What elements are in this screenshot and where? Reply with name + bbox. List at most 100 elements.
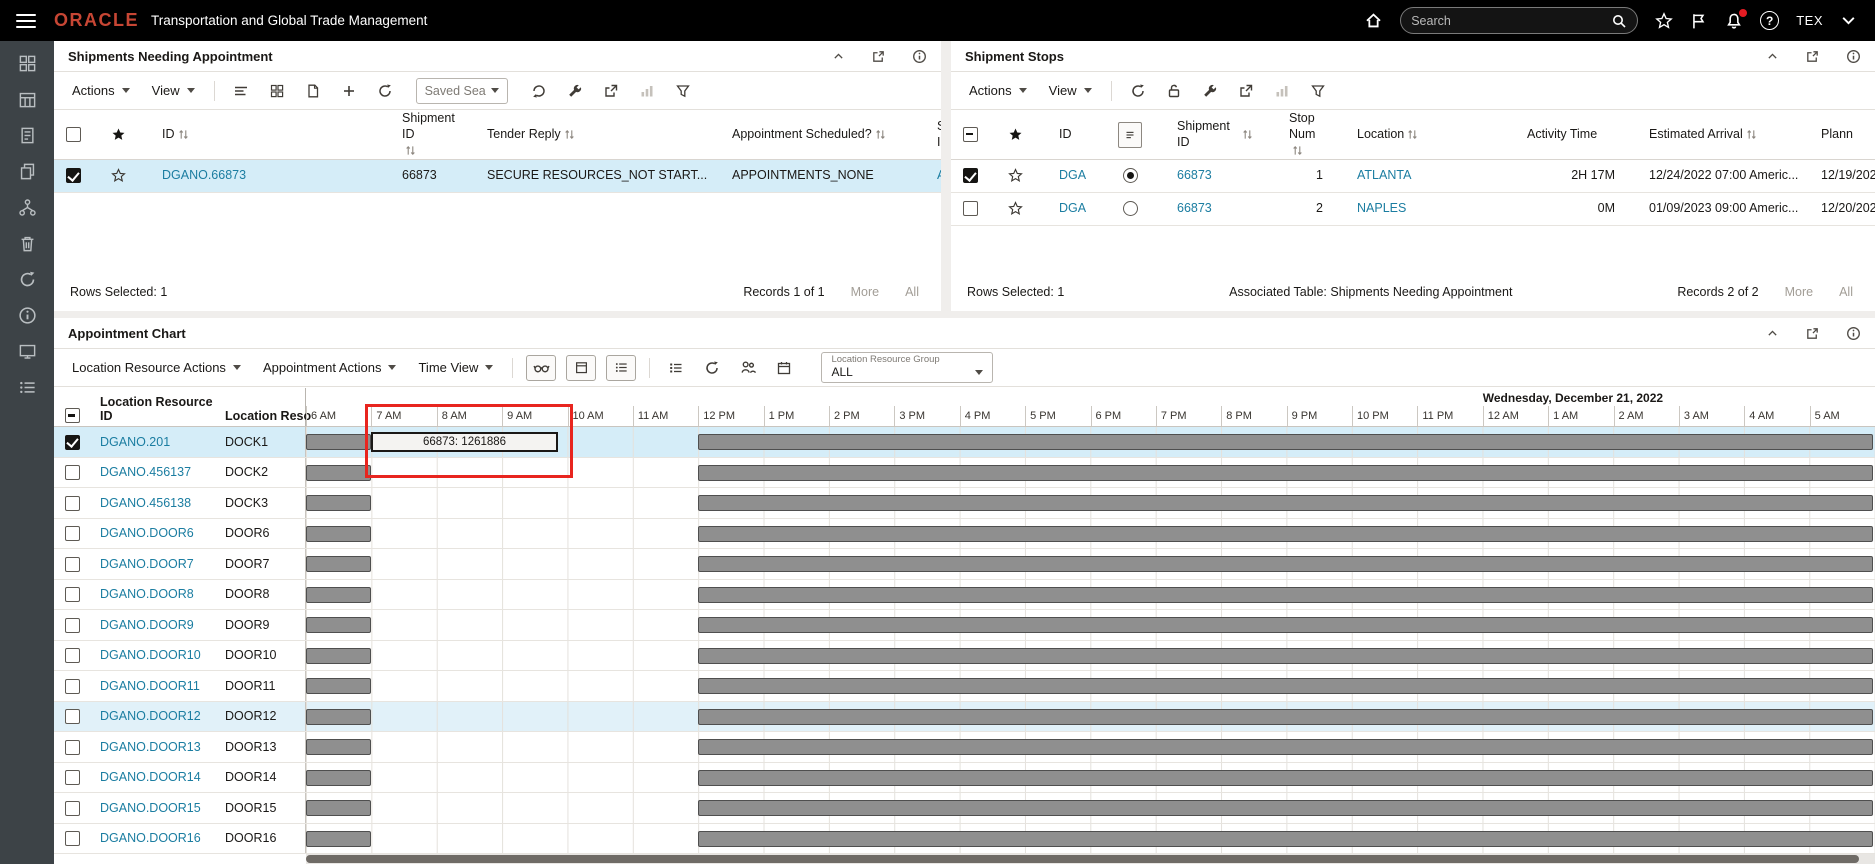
- stop-table-row[interactable]: DGA 66873 1 ATLANTA 2H 17M 12/24/2022 07…: [951, 160, 1875, 193]
- stop-shipment-link[interactable]: 66873: [1177, 168, 1212, 182]
- report-list-icon[interactable]: [18, 378, 37, 397]
- gantt-timeline[interactable]: [306, 763, 1875, 793]
- global-search[interactable]: [1400, 7, 1638, 34]
- availability-bar[interactable]: [698, 587, 1873, 603]
- hamburger-menu-icon[interactable]: [16, 10, 36, 32]
- gantt-timeline[interactable]: [306, 458, 1875, 488]
- row-checkbox[interactable]: [65, 435, 80, 450]
- column-header-location-resource-name[interactable]: Location Reso: [215, 388, 306, 426]
- availability-bar[interactable]: [698, 800, 1873, 816]
- availability-bar[interactable]: [698, 617, 1873, 633]
- gantt-timeline[interactable]: [306, 519, 1875, 549]
- location-resource-id-link[interactable]: DGANO.456138: [100, 496, 191, 510]
- row-radio[interactable]: [1123, 201, 1138, 216]
- actions-menu[interactable]: Actions: [959, 78, 1037, 103]
- availability-bar[interactable]: [306, 617, 371, 633]
- gantt-row[interactable]: DGANO.DOOR10 DOOR10: [54, 641, 1875, 672]
- glasses-icon-button[interactable]: [526, 355, 556, 381]
- availability-bar[interactable]: [306, 465, 371, 481]
- calendar-grid-icon[interactable]: [18, 90, 37, 109]
- row-star-icon[interactable]: [1008, 168, 1023, 183]
- search-icon[interactable]: [1611, 13, 1627, 29]
- location-resource-id-link[interactable]: DGANO.DOOR7: [100, 557, 194, 571]
- chevron-down-icon[interactable]: [1840, 12, 1857, 29]
- column-header-id[interactable]: ID: [144, 127, 384, 143]
- availability-bar[interactable]: [306, 770, 371, 786]
- location-resource-id-link[interactable]: DGANO.DOOR8: [100, 587, 194, 601]
- new-document-icon[interactable]: [296, 78, 330, 104]
- column-header-id[interactable]: ID: [1041, 127, 1101, 143]
- row-checkbox[interactable]: [963, 168, 978, 183]
- gantt-timeline[interactable]: [306, 610, 1875, 640]
- gantt-row[interactable]: DGANO.DOOR8 DOOR8: [54, 580, 1875, 611]
- row-checkbox[interactable]: [65, 557, 80, 572]
- detail-list-icon[interactable]: [659, 355, 693, 381]
- availability-bar[interactable]: [306, 831, 371, 847]
- gantt-timeline[interactable]: [306, 732, 1875, 762]
- row-checkbox[interactable]: [65, 709, 80, 724]
- shipment-table-row[interactable]: DGANO.66873 66873 SECURE RESOURCES_NOT S…: [54, 160, 941, 193]
- view-menu[interactable]: View: [1039, 78, 1102, 103]
- column-header-stop-num[interactable]: Stop Num: [1271, 111, 1339, 158]
- wrench-icon[interactable]: [558, 78, 592, 104]
- column-header-appointment-scheduled[interactable]: Appointment Scheduled?: [714, 127, 919, 143]
- stop-shipment-link[interactable]: 66873: [1177, 201, 1212, 215]
- refresh-icon[interactable]: [695, 355, 729, 381]
- availability-bar[interactable]: [698, 831, 1873, 847]
- collapse-chevron-icon[interactable]: [832, 50, 845, 63]
- availability-bar[interactable]: [698, 526, 1873, 542]
- gantt-timeline[interactable]: [306, 549, 1875, 579]
- location-resource-id-link[interactable]: DGANO.DOOR16: [100, 831, 201, 845]
- column-header-activity-time[interactable]: Activity Time: [1509, 127, 1631, 143]
- scrollbar-thumb[interactable]: [306, 855, 1859, 863]
- copy-stack-icon[interactable]: [18, 162, 37, 181]
- search-input[interactable]: [1411, 14, 1611, 28]
- row-checkbox[interactable]: [65, 496, 80, 511]
- calendar-icon[interactable]: [767, 355, 801, 381]
- availability-bar[interactable]: [306, 739, 371, 755]
- help-icon[interactable]: ?: [1760, 11, 1779, 30]
- gantt-row[interactable]: DGANO.DOOR16 DOOR16: [54, 824, 1875, 855]
- column-header-source-location[interactable]: Sou ID: [919, 119, 941, 150]
- detach-grid-icon[interactable]: [260, 78, 294, 104]
- column-header-estimated-arrival[interactable]: Estimated Arrival: [1631, 127, 1803, 143]
- gantt-timeline[interactable]: [306, 793, 1875, 823]
- gantt-row[interactable]: DGANO.DOOR7 DOOR7: [54, 549, 1875, 580]
- row-checkbox[interactable]: [65, 831, 80, 846]
- gantt-row[interactable]: DGANO.DOOR13 DOOR13: [54, 732, 1875, 763]
- list-view-button[interactable]: [606, 355, 636, 381]
- filter-icon[interactable]: [1301, 78, 1335, 104]
- gantt-row[interactable]: DGANO.DOOR15 DOOR15: [54, 793, 1875, 824]
- location-resource-id-link[interactable]: DGANO.DOOR9: [100, 618, 194, 632]
- stop-location-link[interactable]: NAPLES: [1357, 201, 1406, 215]
- location-resource-id-link[interactable]: DGANO.201: [100, 435, 170, 449]
- column-header-location-resource-id[interactable]: Location Resource ID: [90, 388, 215, 426]
- workflow-icon[interactable]: [18, 198, 37, 217]
- info-circle-icon[interactable]: [18, 306, 37, 325]
- location-resource-id-link[interactable]: DGANO.DOOR15: [100, 801, 201, 815]
- sync-icon[interactable]: [18, 270, 37, 289]
- gantt-row[interactable]: DGANO.456138 DOCK3: [54, 488, 1875, 519]
- location-resource-id-link[interactable]: DGANO.DOOR10: [100, 648, 201, 662]
- format-columns-icon[interactable]: [224, 78, 258, 104]
- all-link[interactable]: All: [905, 285, 919, 299]
- home-icon[interactable]: [1364, 11, 1383, 30]
- gantt-row[interactable]: DGANO.DOOR6 DOOR6: [54, 519, 1875, 550]
- open-window-icon[interactable]: [1805, 49, 1820, 64]
- resources-people-icon[interactable]: [731, 355, 765, 381]
- gantt-timeline[interactable]: [306, 824, 1875, 854]
- select-all-checkbox[interactable]: [963, 127, 978, 142]
- flag-icon[interactable]: [1690, 12, 1708, 30]
- stop-location-link[interactable]: ATLANTA: [1357, 168, 1411, 182]
- row-checkbox[interactable]: [65, 465, 80, 480]
- availability-bar[interactable]: [306, 495, 371, 511]
- row-checkbox[interactable]: [65, 526, 80, 541]
- more-link[interactable]: More: [1785, 285, 1813, 299]
- appointment-bar[interactable]: 66873: 1261886: [371, 432, 557, 452]
- springboard-grid-icon[interactable]: [18, 54, 37, 73]
- column-header-shipment-id[interactable]: Shipment ID: [1159, 119, 1271, 150]
- availability-bar[interactable]: [306, 678, 371, 694]
- stop-id-link[interactable]: DGA: [1059, 168, 1086, 182]
- select-all-checkbox[interactable]: [66, 127, 81, 142]
- user-menu-label[interactable]: TEX: [1796, 13, 1823, 28]
